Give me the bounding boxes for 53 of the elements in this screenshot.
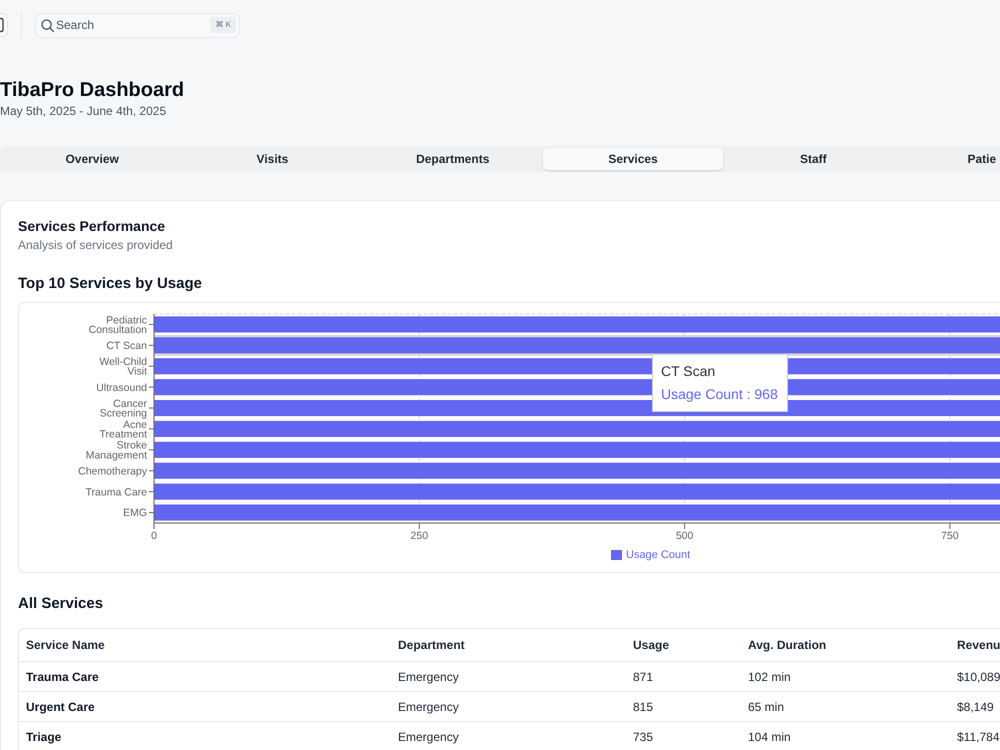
category-label: CT Scan	[106, 340, 147, 352]
panel-subtitle: Analysis of services provided	[18, 237, 174, 253]
page-title: TibaPro Dashboard	[0, 78, 186, 102]
table-cell-text: Emergency	[397, 700, 460, 714]
tab[interactable]: Departments	[362, 148, 543, 170]
category-label: Chemotherapy	[78, 465, 147, 478]
tab[interactable]: Staff	[723, 148, 904, 170]
column-header[interactable]: Service Name	[19, 638, 391, 652]
category-label: Well-Child Visit	[99, 356, 147, 378]
table-cell-text: 815	[632, 700, 654, 714]
table-cell-text: 735	[632, 730, 654, 744]
tab[interactable]: Visits	[182, 148, 363, 170]
legend-label: Usage Count	[626, 549, 690, 561]
table-cell-text: $11,784	[956, 730, 1000, 744]
legend-swatch-icon	[611, 550, 622, 560]
tab[interactable]: Services	[542, 148, 724, 170]
tick-label: 750	[941, 530, 959, 542]
panel-icon[interactable]	[0, 13, 8, 37]
category-label: Ultrasound	[96, 382, 147, 394]
search-icon	[41, 18, 54, 32]
table-cell-text: 102 min	[747, 670, 792, 684]
tooltip-title: CT Scan	[661, 362, 716, 380]
chart-title: Top 10 Services by Usage	[18, 274, 203, 294]
category-label: EMG	[123, 507, 147, 520]
date-range: May 5th, 2025 - June 4th, 2025	[0, 103, 168, 119]
tick-label: 500	[676, 530, 694, 542]
tab[interactable]: Overview	[2, 148, 182, 170]
tick-label: 250	[410, 530, 428, 542]
category-label: Acne Treatment	[100, 418, 147, 440]
table-cell-text: $8,149	[956, 700, 995, 714]
column-header[interactable]: Revenu	[950, 638, 1000, 652]
category-label: Stroke Management	[86, 440, 147, 462]
section-title: All Services	[18, 594, 104, 614]
panel-title: Services Performance	[18, 217, 166, 235]
table-cell-text: 104 min	[747, 730, 792, 744]
tab[interactable]: Patie	[903, 148, 1000, 170]
table-cell-text: Emergency	[397, 730, 460, 744]
table-cell-text: $10,089	[956, 670, 1000, 684]
category-label: Cancer Screening	[100, 398, 147, 420]
table-cell-text: 65 min	[747, 700, 786, 714]
column-header[interactable]: Avg. Duration	[741, 638, 950, 652]
column-header[interactable]: Department	[391, 638, 626, 652]
category-label: Pediatric Consultation	[88, 314, 147, 336]
category-label: Trauma Care	[86, 486, 147, 498]
shortcut-hint: ⌘ K	[210, 16, 236, 32]
table-cell-text: 871	[632, 670, 654, 684]
table-cell-text: Trauma Care	[25, 670, 100, 684]
column-header[interactable]: Usage	[626, 638, 741, 652]
table-cell-text: Triage	[25, 730, 62, 744]
tooltip-value: Usage Count : 968	[661, 384, 778, 403]
table-cell-text: Emergency	[397, 670, 460, 684]
table-cell-text: Urgent Care	[25, 700, 96, 714]
tick-label: 0	[151, 530, 157, 542]
